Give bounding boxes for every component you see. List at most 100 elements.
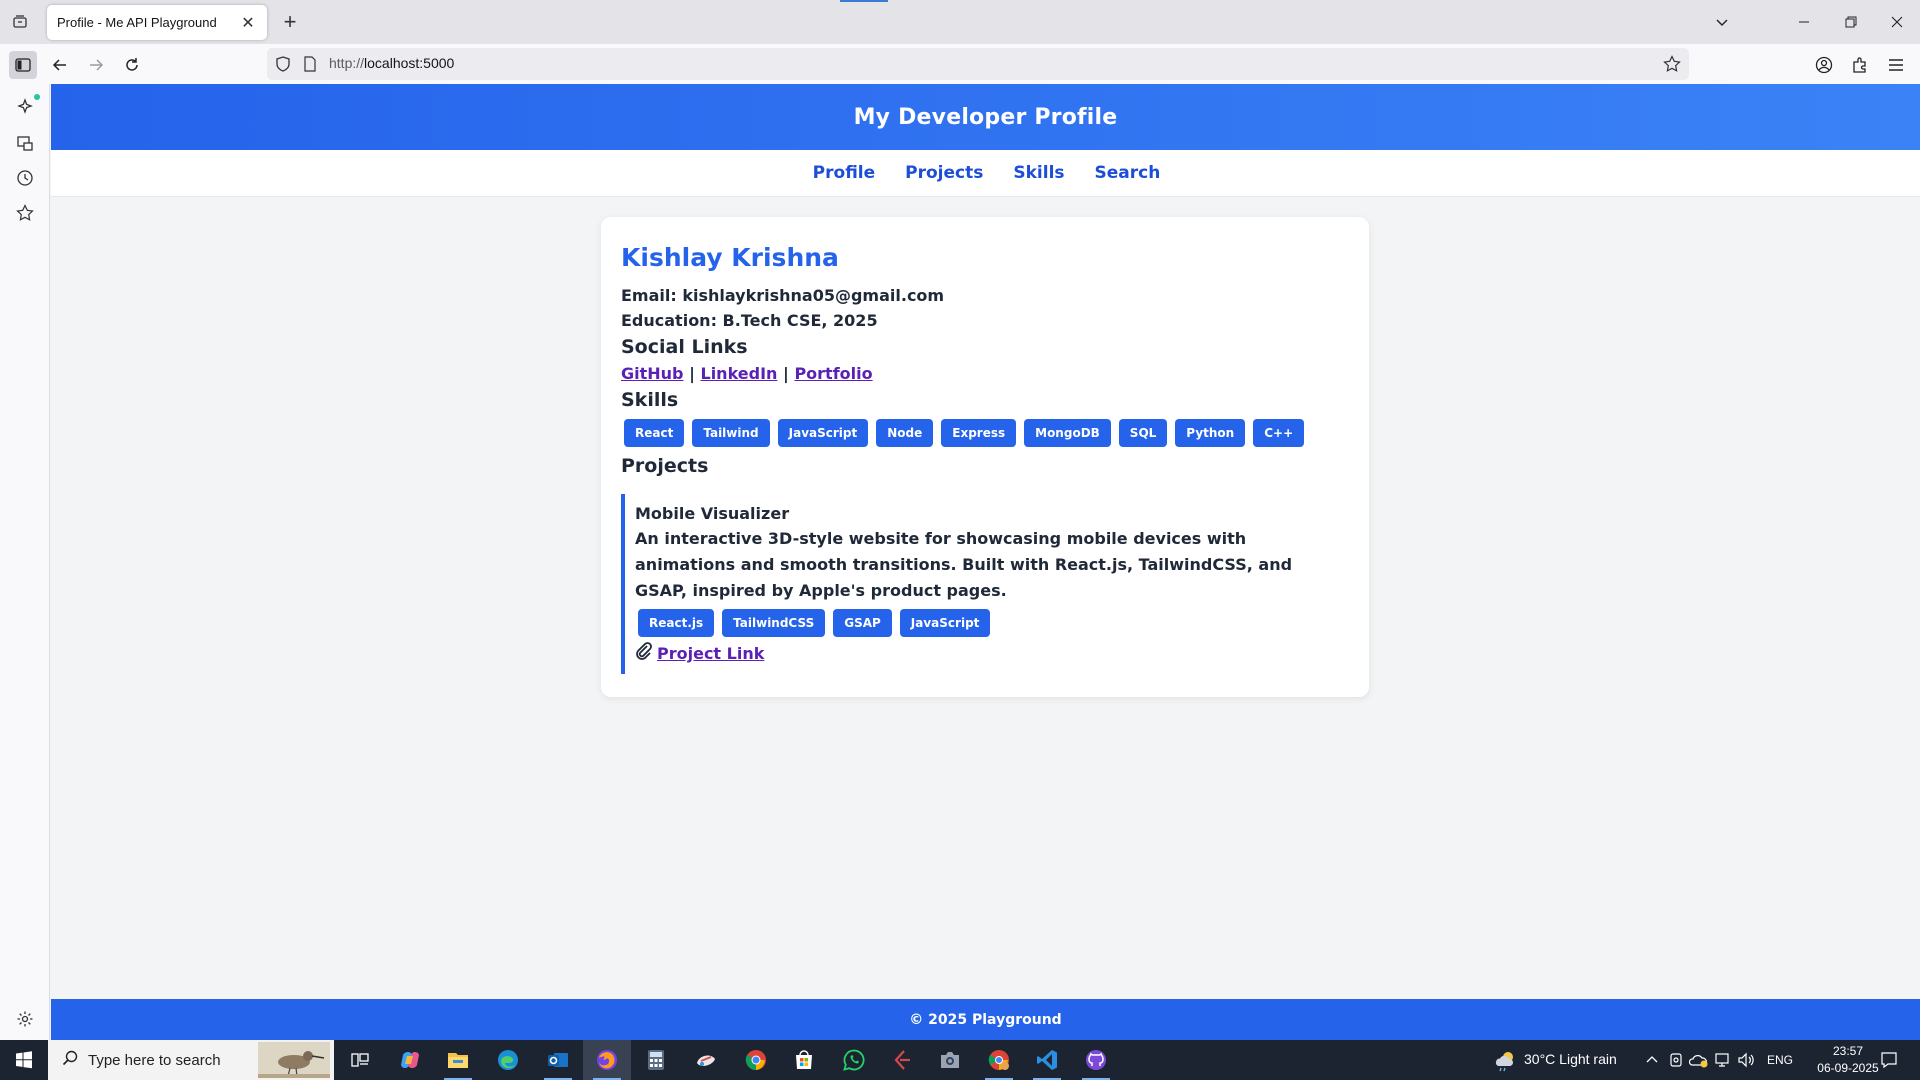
file-explorer-icon[interactable]	[434, 1040, 482, 1080]
chrome-icon[interactable]	[732, 1040, 780, 1080]
nav-link-search[interactable]: Search	[1095, 163, 1161, 183]
notification-center-icon[interactable]	[1880, 1051, 1898, 1073]
notification-dot	[34, 94, 40, 100]
browser-tab-active[interactable]: Profile - Me API Playground ✕	[47, 5, 267, 40]
project-title: Mobile Visualizer	[635, 504, 790, 523]
paperclip-icon	[635, 642, 653, 666]
site-nav: Profile Projects Skills Search	[51, 150, 1920, 197]
site-footer: © 2025 Playground	[51, 999, 1920, 1040]
snipping-tool-icon[interactable]	[682, 1040, 730, 1080]
projects-heading: Projects	[621, 455, 709, 477]
edge-browser-icon[interactable]	[484, 1040, 532, 1080]
skill-badge: Express	[941, 419, 1017, 447]
project-item: Mobile Visualizer An interactive 3D-styl…	[621, 494, 1349, 674]
taskbar-search[interactable]: Type here to search	[48, 1040, 334, 1080]
menu-hamburger-icon[interactable]	[1882, 51, 1910, 79]
skill-badge: Tailwind	[692, 419, 770, 447]
skill-badge: MongoDB	[1024, 419, 1111, 447]
profile-name: Kishlay Krishna	[621, 243, 839, 272]
onedrive-icon[interactable]	[1688, 1052, 1709, 1072]
browser-navigation-bar: http://localhost:5000	[0, 44, 1920, 84]
search-icon	[62, 1050, 78, 1070]
nav-link-projects[interactable]: Projects	[905, 163, 983, 183]
github-desktop-icon[interactable]	[1072, 1040, 1120, 1080]
project-tech-list: React.js TailwindCSS GSAP JavaScript	[635, 604, 1339, 642]
link-separator: |	[783, 364, 789, 383]
link-separator: |	[689, 364, 695, 383]
nav-link-skills[interactable]: Skills	[1013, 163, 1064, 183]
tech-badge: GSAP	[833, 609, 892, 637]
bookmarks-icon[interactable]	[12, 200, 38, 226]
social-links-heading: Social Links	[621, 336, 748, 358]
close-window-icon[interactable]	[1884, 10, 1910, 34]
browser-sidebar	[0, 84, 50, 1040]
skill-badge: Python	[1175, 419, 1246, 447]
social-links: GitHub | LinkedIn | Portfolio	[621, 361, 1349, 386]
web-page: My Developer Profile Profile Projects Sk…	[51, 84, 1920, 1040]
language-indicator[interactable]: ENG	[1767, 1053, 1793, 1067]
weather-text[interactable]: 30°C Light rain	[1524, 1051, 1617, 1067]
skill-badge: C++	[1253, 419, 1305, 447]
url-text[interactable]: http://localhost:5000	[329, 55, 454, 71]
sidebar-toggle-icon[interactable]	[9, 51, 37, 79]
forward-icon[interactable]	[82, 51, 110, 79]
tracking-shield-icon[interactable]	[275, 56, 291, 76]
synced-tabs-icon[interactable]	[12, 130, 38, 156]
new-tab-icon[interactable]: +	[278, 9, 302, 34]
whatsapp-icon[interactable]	[830, 1040, 878, 1080]
address-bar[interactable]: http://localhost:5000	[267, 48, 1689, 80]
bookmark-star-icon[interactable]	[1663, 55, 1681, 77]
tray-device-icon[interactable]	[1669, 1052, 1683, 1072]
dev-tool-icon[interactable]	[878, 1040, 926, 1080]
extensions-icon[interactable]	[1846, 51, 1874, 79]
windows-start-icon[interactable]	[0, 1040, 48, 1080]
browser-tab-strip: Profile - Me API Playground ✕ +	[0, 0, 1920, 44]
tab-strip-indicator	[840, 0, 888, 2]
reload-icon[interactable]	[118, 51, 146, 79]
camera-icon[interactable]	[926, 1040, 974, 1080]
close-tab-icon[interactable]: ✕	[239, 13, 257, 32]
firefox-icon[interactable]	[583, 1040, 631, 1080]
minimize-icon[interactable]	[1791, 10, 1817, 34]
project-link[interactable]: Project Link	[635, 642, 764, 666]
vscode-icon[interactable]	[1023, 1040, 1071, 1080]
footer-copyright: © 2025 Playground	[909, 1011, 1062, 1028]
tab-list-icon[interactable]	[8, 10, 32, 34]
nav-link-profile[interactable]: Profile	[813, 163, 875, 183]
copilot-icon[interactable]	[386, 1040, 434, 1080]
weather-cloud-icon[interactable]	[1494, 1048, 1518, 1076]
site-header: My Developer Profile	[51, 84, 1920, 150]
skills-list: React Tailwind JavaScript Node Express M…	[621, 414, 1349, 452]
github-link[interactable]: GitHub	[621, 364, 684, 383]
skills-heading: Skills	[621, 389, 679, 411]
list-all-tabs-icon[interactable]	[1709, 10, 1735, 34]
outlook-icon[interactable]	[534, 1040, 582, 1080]
search-placeholder: Type here to search	[88, 1051, 221, 1069]
windows-taskbar: Type here to search 30°C Light rain ENG …	[0, 1040, 1920, 1080]
profile-email: Email: kishlaykrishna05@gmail.com	[621, 286, 945, 305]
clock-date[interactable]: 06-09-2025	[1808, 1061, 1888, 1075]
show-hidden-icons-chevron-icon[interactable]	[1645, 1052, 1659, 1071]
page-info-icon[interactable]	[303, 56, 317, 76]
chrome-profile-icon[interactable]	[975, 1040, 1023, 1080]
task-view-icon[interactable]	[336, 1040, 384, 1080]
calculator-icon[interactable]	[632, 1040, 680, 1080]
history-icon[interactable]	[12, 165, 38, 191]
linkedin-link[interactable]: LinkedIn	[701, 364, 778, 383]
tech-badge: TailwindCSS	[722, 609, 826, 637]
skill-badge: React	[624, 419, 685, 447]
microsoft-store-icon[interactable]	[780, 1040, 828, 1080]
settings-gear-icon[interactable]	[12, 1006, 38, 1032]
account-icon[interactable]	[1810, 51, 1838, 79]
restore-icon[interactable]	[1838, 10, 1864, 34]
tech-badge: React.js	[638, 609, 715, 637]
profile-education: Education: B.Tech CSE, 2025	[621, 311, 878, 330]
back-icon[interactable]	[46, 51, 74, 79]
clock-time[interactable]: 23:57	[1818, 1044, 1878, 1058]
network-icon[interactable]	[1713, 1052, 1731, 1072]
skill-badge: Node	[876, 419, 934, 447]
volume-icon[interactable]	[1737, 1052, 1755, 1072]
tab-title: Profile - Me API Playground	[57, 15, 217, 30]
portfolio-link[interactable]: Portfolio	[794, 364, 872, 383]
profile-card: Kishlay Krishna Email: kishlaykrishna05@…	[601, 217, 1369, 697]
